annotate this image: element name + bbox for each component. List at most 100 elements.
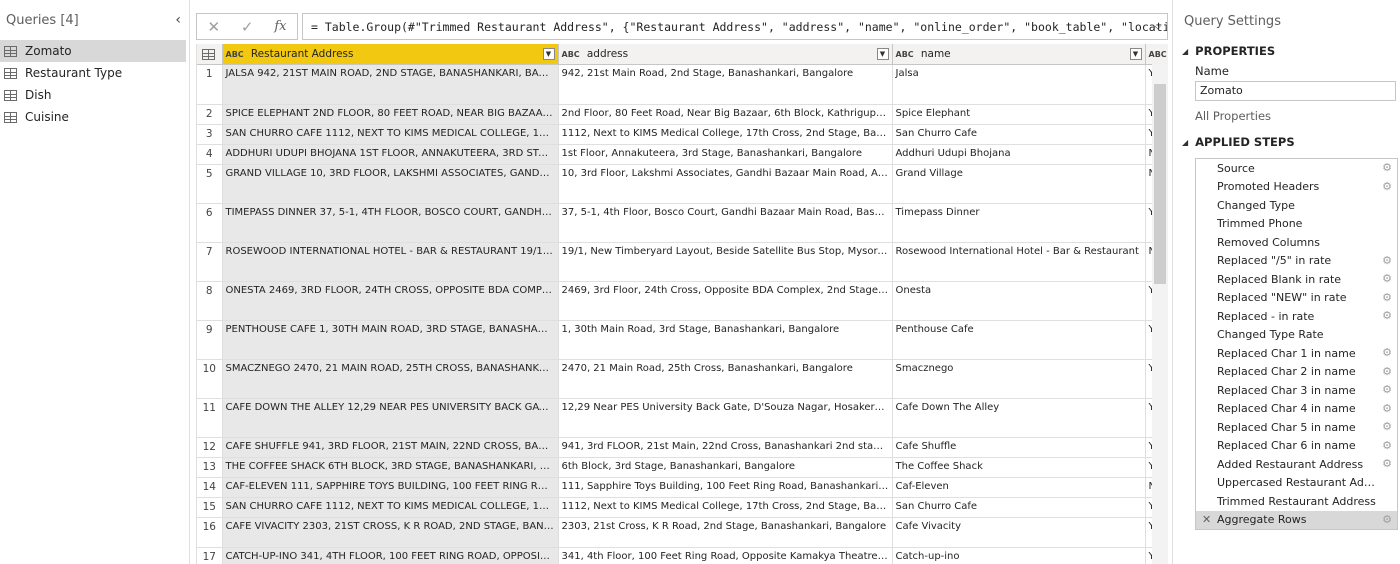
applied-step[interactable]: Replaced - in rate ⚙ [1196, 307, 1397, 326]
applied-step[interactable]: Trimmed Restaurant Address [1196, 492, 1397, 511]
column-header-name[interactable]: ABC name ▼ [892, 44, 1146, 65]
cell-restaurant-address[interactable]: ONESTA 2469, 3RD FLOOR, 24TH CROSS, OPPO… [222, 281, 559, 321]
applied-step[interactable]: ✕ Aggregate Rows ⚙ [1196, 510, 1397, 529]
cell-name[interactable]: Cafe Down The Alley [892, 398, 1146, 438]
table-row[interactable]: 9 PENTHOUSE CAFE 1, 30TH MAIN ROAD, 3RD S… [197, 320, 1168, 360]
cell-restaurant-address[interactable]: SAN CHURRO CAFE 1112, NEXT TO KIMS MEDIC… [222, 497, 559, 518]
applied-step[interactable]: Replaced Char 1 in name ⚙ [1196, 344, 1397, 363]
cell-name[interactable]: Catch-up-ino [892, 547, 1146, 564]
applied-step[interactable]: Replaced "/5" in rate ⚙ [1196, 252, 1397, 271]
cell-address[interactable]: 341, 4th Floor, 100 Feet Ring Road, Oppo… [558, 547, 893, 564]
column-header-online-order[interactable]: ABC o [1145, 44, 1168, 65]
cell-address[interactable]: 19/1, New Timberyard Layout, Beside Sate… [558, 242, 893, 282]
gear-icon[interactable]: ⚙ [1382, 254, 1392, 267]
applied-step[interactable]: Replaced Blank in rate ⚙ [1196, 270, 1397, 289]
cell-restaurant-address[interactable]: GRAND VILLAGE 10, 3RD FLOOR, LAKSHMI ASS… [222, 164, 559, 204]
filter-dropdown-icon[interactable]: ▼ [876, 48, 889, 60]
cell-address[interactable]: 12,29 Near PES University Back Gate, D'S… [558, 398, 893, 438]
applied-step[interactable]: Uppercased Restaurant Address [1196, 474, 1397, 493]
gear-icon[interactable]: ⚙ [1382, 457, 1392, 470]
row-number[interactable]: 8 [197, 281, 223, 321]
table-row[interactable]: 11 CAFE DOWN THE ALLEY 12,29 NEAR PES UNI… [197, 398, 1168, 438]
table-row[interactable]: 6 TIMEPASS DINNER 37, 5-1, 4TH FLOOR, BOS… [197, 203, 1168, 243]
table-row[interactable]: 16 CAFE VIVACITY 2303, 21ST CROSS, K R RO… [197, 517, 1168, 548]
applied-step[interactable]: Replaced Char 4 in name ⚙ [1196, 400, 1397, 419]
row-number[interactable]: 4 [197, 144, 223, 165]
cell-restaurant-address[interactable]: CAFE DOWN THE ALLEY 12,29 NEAR PES UNIVE… [222, 398, 559, 438]
cell-name[interactable]: Jalsa [892, 64, 1146, 105]
gear-icon[interactable]: ⚙ [1382, 383, 1392, 396]
column-header-address[interactable]: ABC address ▼ [558, 44, 893, 65]
all-properties-link[interactable]: All Properties [1173, 109, 1400, 131]
table-row[interactable]: 12 CAFE SHUFFLE 941, 3RD FLOOR, 21ST MAIN… [197, 437, 1168, 458]
vertical-scrollbar[interactable] [1152, 64, 1168, 564]
row-number[interactable]: 14 [197, 477, 223, 498]
table-row[interactable]: 8 ONESTA 2469, 3RD FLOOR, 24TH CROSS, OPP… [197, 281, 1168, 321]
text-type-icon[interactable]: ABC [1149, 50, 1167, 59]
text-type-icon[interactable]: ABC [562, 50, 580, 59]
cell-restaurant-address[interactable]: JALSA 942, 21ST MAIN ROAD, 2ND STAGE, BA… [222, 64, 559, 105]
text-type-icon[interactable]: ABC [896, 50, 914, 59]
table-row[interactable]: 2 SPICE ELEPHANT 2ND FLOOR, 80 FEET ROAD,… [197, 104, 1168, 125]
cell-address[interactable]: 2nd Floor, 80 Feet Road, Near Big Bazaar… [558, 104, 893, 125]
cell-restaurant-address[interactable]: SAN CHURRO CAFE 1112, NEXT TO KIMS MEDIC… [222, 124, 559, 145]
row-number[interactable]: 17 [197, 547, 223, 564]
applied-step[interactable]: Changed Type [1196, 196, 1397, 215]
applied-step[interactable]: Replaced Char 3 in name ⚙ [1196, 381, 1397, 400]
applied-step[interactable]: Removed Columns [1196, 233, 1397, 252]
row-number[interactable]: 16 [197, 517, 223, 548]
cell-address[interactable]: 2303, 21st Cross, K R Road, 2nd Stage, B… [558, 517, 893, 548]
cell-name[interactable]: Smacznego [892, 359, 1146, 399]
gear-icon[interactable]: ⚙ [1382, 180, 1392, 193]
filter-dropdown-icon[interactable]: ▼ [1129, 48, 1142, 60]
table-row[interactable]: 7 ROSEWOOD INTERNATIONAL HOTEL - BAR & RE… [197, 242, 1168, 282]
gear-icon[interactable]: ⚙ [1382, 365, 1392, 378]
gear-icon[interactable]: ⚙ [1382, 513, 1392, 526]
cell-name[interactable]: Cafe Shuffle [892, 437, 1146, 458]
cell-address[interactable]: 2469, 3rd Floor, 24th Cross, Opposite BD… [558, 281, 893, 321]
cell-name[interactable]: Penthouse Cafe [892, 320, 1146, 360]
cell-name[interactable]: Caf-Eleven [892, 477, 1146, 498]
cell-address[interactable]: 1st Floor, Annakuteera, 3rd Stage, Banas… [558, 144, 893, 165]
cell-address[interactable]: 37, 5-1, 4th Floor, Bosco Court, Gandhi … [558, 203, 893, 243]
cell-restaurant-address[interactable]: PENTHOUSE CAFE 1, 30TH MAIN ROAD, 3RD ST… [222, 320, 559, 360]
applied-step[interactable]: Added Restaurant Address ⚙ [1196, 455, 1397, 474]
gear-icon[interactable]: ⚙ [1382, 309, 1392, 322]
cell-restaurant-address[interactable]: CAF-ELEVEN 111, SAPPHIRE TOYS BUILDING, … [222, 477, 559, 498]
cell-name[interactable]: Cafe Vivacity [892, 517, 1146, 548]
properties-section-toggle[interactable]: ◢ PROPERTIES [1173, 40, 1400, 62]
row-number[interactable]: 2 [197, 104, 223, 125]
cell-address[interactable]: 10, 3rd Floor, Lakshmi Associates, Gandh… [558, 164, 893, 204]
cell-address[interactable]: 1112, Next to KIMS Medical College, 17th… [558, 124, 893, 145]
row-number[interactable]: 1 [197, 64, 223, 105]
applied-step[interactable]: Changed Type Rate [1196, 326, 1397, 345]
cell-restaurant-address[interactable]: TIMEPASS DINNER 37, 5-1, 4TH FLOOR, BOSC… [222, 203, 559, 243]
scrollbar-thumb[interactable] [1154, 84, 1166, 284]
cell-restaurant-address[interactable]: ADDHURI UDUPI BHOJANA 1ST FLOOR, ANNAKUT… [222, 144, 559, 165]
gear-icon[interactable]: ⚙ [1382, 420, 1392, 433]
cell-name[interactable]: Spice Elephant [892, 104, 1146, 125]
table-menu-button[interactable] [197, 44, 223, 65]
cell-name[interactable]: Addhuri Udupi Bhojana [892, 144, 1146, 165]
query-item-cuisine[interactable]: Cuisine [0, 106, 186, 128]
cell-name[interactable]: Grand Village [892, 164, 1146, 204]
row-number[interactable]: 5 [197, 164, 223, 204]
row-number[interactable]: 10 [197, 359, 223, 399]
query-name-input[interactable]: Zomato [1195, 81, 1396, 101]
applied-step[interactable]: Replaced Char 2 in name ⚙ [1196, 363, 1397, 382]
row-number[interactable]: 9 [197, 320, 223, 360]
cell-restaurant-address[interactable]: CAFE VIVACITY 2303, 21ST CROSS, K R ROAD… [222, 517, 559, 548]
cell-address[interactable]: 2470, 21 Main Road, 25th Cross, Banashan… [558, 359, 893, 399]
gear-icon[interactable]: ⚙ [1382, 439, 1392, 452]
query-item-restaurant-type[interactable]: Restaurant Type [0, 62, 186, 84]
cell-address[interactable]: 941, 3rd FLOOR, 21st Main, 22nd Cross, B… [558, 437, 893, 458]
table-row[interactable]: 3 SAN CHURRO CAFE 1112, NEXT TO KIMS MEDI… [197, 124, 1168, 145]
query-item-dish[interactable]: Dish [0, 84, 186, 106]
row-number[interactable]: 7 [197, 242, 223, 282]
gear-icon[interactable]: ⚙ [1382, 346, 1392, 359]
text-type-icon[interactable]: ABC [226, 50, 244, 59]
row-number[interactable]: 11 [197, 398, 223, 438]
cell-restaurant-address[interactable]: CAFE SHUFFLE 941, 3RD FLOOR, 21ST MAIN, … [222, 437, 559, 458]
table-row[interactable]: 4 ADDHURI UDUPI BHOJANA 1ST FLOOR, ANNAKU… [197, 144, 1168, 165]
applied-step[interactable]: Trimmed Phone [1196, 215, 1397, 234]
